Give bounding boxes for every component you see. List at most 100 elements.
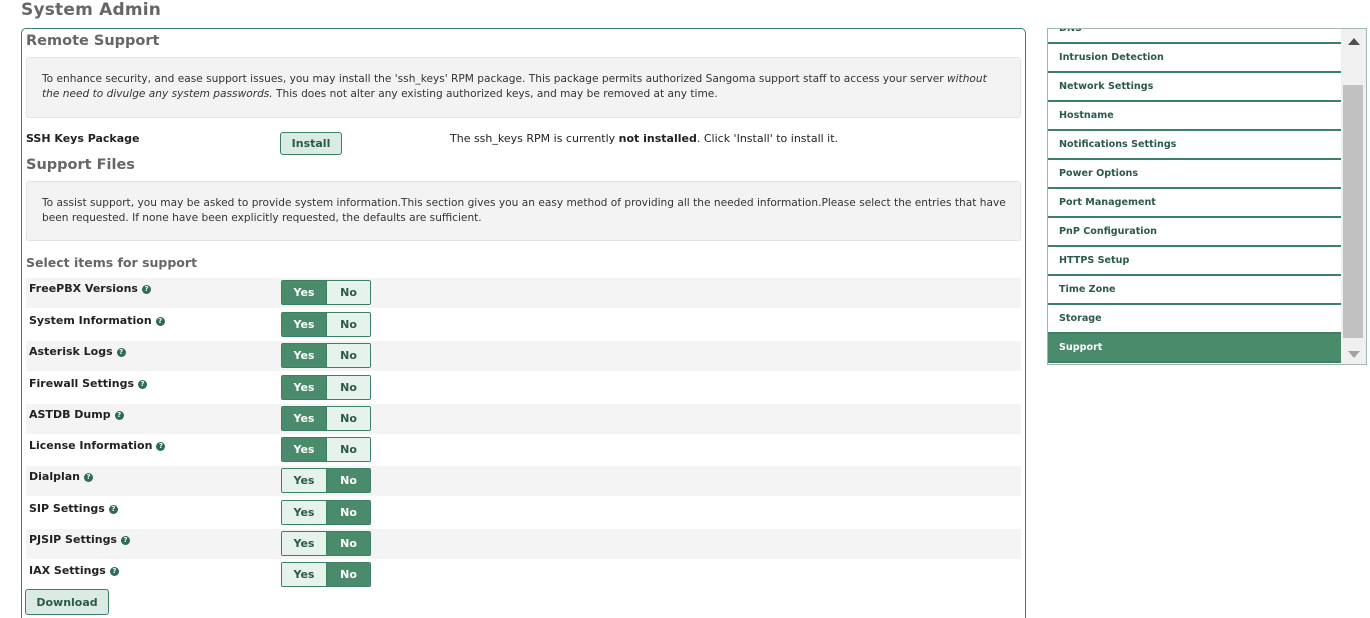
table-row: Asterisk Logs? Yes No (26, 341, 1021, 371)
remote-support-title: Remote Support (26, 33, 160, 49)
scroll-up-arrow-icon[interactable] (1341, 29, 1366, 53)
toggle-no-option[interactable]: No (326, 438, 370, 461)
toggle-no-option[interactable]: No (326, 313, 370, 336)
question-circle-icon[interactable]: ? (109, 567, 119, 576)
scroll-thumb[interactable] (1343, 85, 1363, 338)
question-circle-icon[interactable]: ? (84, 473, 93, 482)
toggle-no-option[interactable]: No (326, 407, 370, 430)
sidebar-item-time-zone[interactable]: Time Zone (1048, 276, 1341, 305)
support-item-label-text: Dialplan (29, 470, 80, 483)
question-circle-icon[interactable]: ? (141, 285, 151, 294)
toggle-yes-option[interactable]: Yes (282, 376, 326, 399)
install-button[interactable]: Install (280, 132, 342, 155)
toggle-yes-option[interactable]: Yes (282, 407, 326, 430)
toggle-no-option[interactable]: No (326, 376, 370, 399)
toggle-no-option[interactable]: No (326, 344, 370, 367)
toggle-yes-option[interactable]: Yes (282, 281, 326, 304)
support-item-label-text: FreePBX Versions (29, 282, 138, 295)
sidebar-item-notifications-settings[interactable]: Notifications Settings (1048, 131, 1341, 160)
yes-no-toggle[interactable]: Yes No (281, 437, 371, 462)
toggle-yes-option[interactable]: Yes (282, 344, 326, 367)
toggle-yes-option[interactable]: Yes (282, 501, 326, 524)
remote-support-info-tail: This does not alter any existing authori… (272, 88, 718, 100)
toggle-yes-option[interactable]: Yes (282, 532, 326, 555)
question-circle-icon[interactable]: ? (108, 505, 118, 514)
yes-no-toggle[interactable]: Yes No (281, 468, 371, 493)
sidebar-item-storage[interactable]: Storage (1048, 305, 1341, 334)
yes-no-toggle[interactable]: Yes No (281, 406, 371, 431)
sidebar-scrollbar[interactable] (1341, 29, 1366, 364)
table-row: Firewall Settings? Yes No (26, 373, 1021, 403)
toggle-no-option[interactable]: No (326, 501, 370, 524)
table-row: PJSIP Settings? Yes No (26, 529, 1021, 559)
question-circle-icon[interactable]: ? (156, 442, 166, 451)
ssh-status-tail: . Click 'Install' to install it. (696, 132, 839, 145)
support-item-label: Dialplan? (29, 470, 93, 483)
table-row: SIP Settings? Yes No (26, 498, 1021, 528)
support-item-label-text: IAX Settings (29, 564, 106, 577)
table-row: IAX Settings? Yes No (26, 560, 1021, 590)
sidebar-item-network-settings[interactable]: Network Settings (1048, 73, 1341, 102)
sidebar-item-dns[interactable]: DNS (1048, 29, 1341, 44)
sidebar-item-hostname[interactable]: Hostname (1048, 102, 1341, 131)
download-button[interactable]: Download (25, 589, 109, 615)
support-item-label: SIP Settings? (29, 502, 118, 515)
toggle-no-option[interactable]: No (326, 281, 370, 304)
support-files-title: Support Files (26, 157, 135, 173)
yes-no-toggle[interactable]: Yes No (281, 531, 371, 556)
support-item-label: PJSIP Settings? (29, 533, 130, 546)
table-row: System Information? Yes No (26, 310, 1021, 340)
support-item-label: Firewall Settings? (29, 377, 148, 390)
select-items-heading: Select items for support (26, 255, 198, 270)
question-circle-icon[interactable]: ? (114, 411, 124, 420)
toggle-yes-option[interactable]: Yes (282, 563, 326, 586)
toggle-yes-option[interactable]: Yes (282, 438, 326, 461)
sidebar-item-intrusion-detection[interactable]: Intrusion Detection (1048, 44, 1341, 73)
table-row: FreePBX Versions? Yes No (26, 278, 1021, 308)
support-files-info: To assist support, you may be asked to p… (26, 181, 1021, 241)
toggle-yes-option[interactable]: Yes (282, 469, 326, 492)
sidebar-item-pnp-configuration[interactable]: PnP Configuration (1048, 218, 1341, 247)
support-item-label-text: PJSIP Settings (29, 533, 117, 546)
toggle-no-option[interactable]: No (326, 469, 370, 492)
question-circle-icon[interactable]: ? (138, 380, 148, 389)
scroll-down-arrow-icon[interactable] (1341, 342, 1366, 364)
support-item-label: System Information? (29, 314, 165, 327)
yes-no-toggle[interactable]: Yes No (281, 343, 371, 368)
yes-no-toggle[interactable]: Yes No (281, 312, 371, 337)
support-files-info-text: To assist support, you may be asked to p… (42, 197, 1006, 224)
yes-no-toggle[interactable]: Yes No (281, 562, 371, 587)
toggle-no-option[interactable]: No (326, 532, 370, 555)
support-item-label-text: License Information (29, 439, 153, 452)
support-item-label-text: ASTDB Dump (29, 408, 111, 421)
main-panel: Remote Support To enhance security, and … (21, 28, 1026, 618)
ssh-status-text: The ssh_keys RPM is currently (450, 132, 619, 145)
yes-no-toggle[interactable]: Yes No (281, 280, 371, 305)
table-row: License Information? Yes No (26, 435, 1021, 465)
sidebar-item-port-management[interactable]: Port Management (1048, 189, 1341, 218)
sidebar: DNS Intrusion Detection Network Settings Ho… (1047, 28, 1367, 365)
sidebar-item-https-setup[interactable]: HTTPS Setup (1048, 247, 1341, 276)
support-item-label-text: System Information (29, 314, 152, 327)
question-circle-icon[interactable]: ? (155, 317, 165, 326)
sidebar-item-power-options[interactable]: Power Options (1048, 160, 1341, 189)
remote-support-info: To enhance security, and ease support is… (26, 57, 1021, 118)
ssh-status-bold: not installed (618, 132, 697, 145)
remote-support-info-text: To enhance security, and ease support is… (42, 73, 947, 85)
yes-no-toggle[interactable]: Yes No (281, 375, 371, 400)
table-row: Dialplan? Yes No (26, 466, 1021, 496)
ssh-keys-label: SSH Keys Package (26, 132, 140, 145)
support-item-label-text: Firewall Settings (29, 377, 135, 390)
support-item-label: IAX Settings? (29, 564, 119, 577)
support-item-label: License Information? (29, 439, 166, 452)
question-circle-icon[interactable]: ? (116, 348, 126, 357)
sidebar-nav: DNS Intrusion Detection Network Settings Ho… (1048, 29, 1341, 363)
support-item-label-text: SIP Settings (29, 502, 105, 515)
question-circle-icon[interactable]: ? (120, 536, 130, 545)
support-item-label: Asterisk Logs? (29, 345, 126, 358)
page-title: System Admin (21, 0, 162, 20)
toggle-yes-option[interactable]: Yes (282, 313, 326, 336)
toggle-no-option[interactable]: No (326, 563, 370, 586)
yes-no-toggle[interactable]: Yes No (281, 500, 371, 525)
sidebar-item-support[interactable]: Support (1048, 334, 1341, 363)
